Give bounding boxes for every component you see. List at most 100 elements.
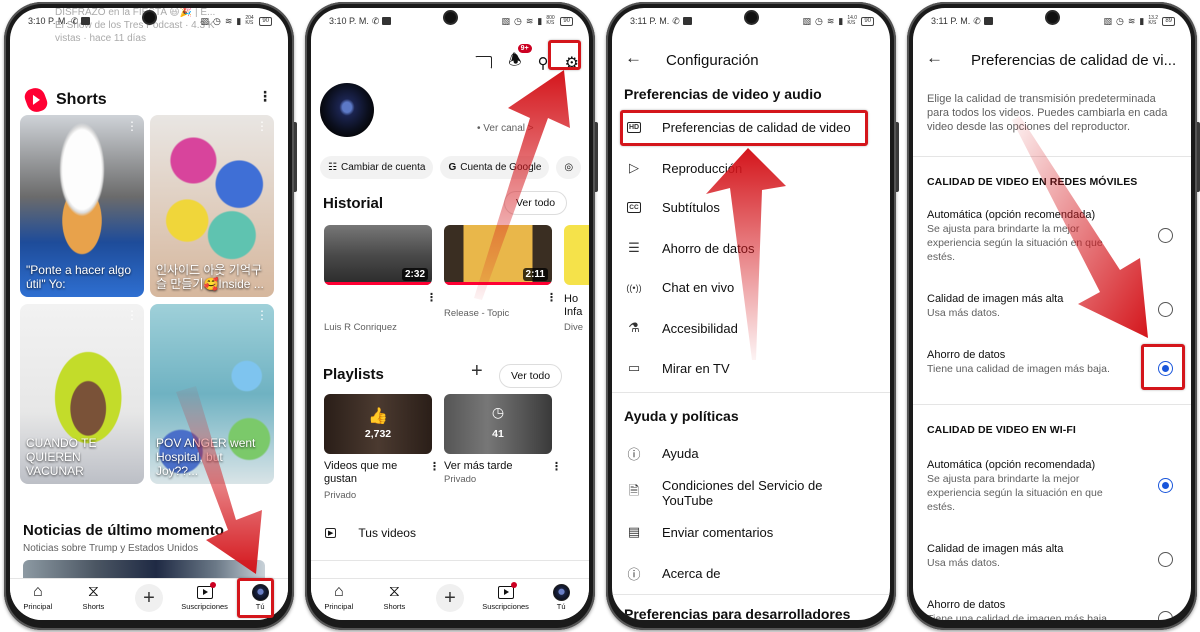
video-duration: 2:32 <box>401 268 428 281</box>
option-subtitle: Tiene una calidad de imagen más baja. <box>927 363 1110 375</box>
history-video-thumb[interactable]: 2:11 <box>444 225 552 285</box>
notifications-button[interactable]: 🕭 9+ <box>508 44 532 75</box>
radio-button[interactable] <box>1158 228 1173 243</box>
wifi-option-data-saver[interactable]: Ahorro de datos Tiene una calidad de ima… <box>927 598 1181 620</box>
playlists-title: Playlists <box>323 366 384 383</box>
phone-quality-prefs: 3:11 P. M. ✆ ▧ ◷ ≋ ▮ 13.2 K/S 89 ← Preferencia… <box>907 2 1200 630</box>
net-speed: 204 K/S <box>245 15 254 26</box>
highlight-data-saver-radio <box>1141 344 1185 390</box>
more-options-icon[interactable]: ⋮ <box>429 460 440 473</box>
net-speed: 13.2 K/S <box>1148 15 1159 26</box>
switch-account-chip[interactable]: ☷ Cambiar de cuenta <box>320 156 434 179</box>
chip-label: Cambiar de cuenta <box>340 162 426 173</box>
settings-item-terms[interactable]: 🗎 Condiciones del Servicio de YouTube <box>626 478 880 508</box>
wifi-icon: ≋ <box>826 15 835 26</box>
nav-create[interactable]: + <box>425 582 475 612</box>
nav-shorts[interactable]: ⧖ Shorts <box>369 582 419 611</box>
whatsapp-icon: ✆ <box>973 15 981 26</box>
signal-icon: ▮ <box>236 15 242 26</box>
playlist-count: 2,732 <box>364 428 392 440</box>
playlists-see-all-button[interactable]: Ver todo <box>499 364 563 388</box>
option-title: Automática (opción recomendada) <box>927 459 1096 471</box>
more-options-icon[interactable]: ⋮ <box>258 88 272 105</box>
more-options-icon[interactable]: ⋮ <box>126 308 138 322</box>
info-icon: ⓘ <box>627 567 641 582</box>
nav-suscripciones[interactable]: Suscripciones <box>481 582 531 611</box>
signal-icon: ▮ <box>838 15 844 26</box>
profile-avatar[interactable] <box>320 83 374 137</box>
settings-item-playback[interactable]: ▷ Reproducción <box>626 160 880 176</box>
history-video-thumb[interactable]: 2:32 <box>324 225 432 285</box>
mobile-option-high[interactable]: Calidad de imagen más alta Usa más datos… <box>927 292 1181 326</box>
nav-label: Shorts <box>82 602 105 611</box>
more-options-icon[interactable]: ⋮ <box>426 291 437 304</box>
playlist-title: Ver más tarde <box>444 460 513 472</box>
mobile-option-auto[interactable]: Automática (opción recomendada) Se ajust… <box>927 208 1181 264</box>
new-playlist-plus-icon[interactable]: + <box>471 360 483 383</box>
google-account-chip[interactable]: G Cuenta de Google <box>440 156 550 179</box>
nav-label: Shorts <box>383 602 406 611</box>
watch-progress <box>444 282 552 285</box>
feedback-icon: ▤ <box>627 524 641 539</box>
more-options-icon[interactable]: ⋮ <box>546 291 557 304</box>
view-channel-link[interactable]: • Ver canal > <box>477 123 534 134</box>
radio-button[interactable] <box>1158 302 1173 317</box>
playlist-thumb[interactable]: 👍 2,732 <box>324 394 432 454</box>
history-video-thumb[interactable] <box>564 225 589 285</box>
short-card[interactable]: ⋮ POV ANGER went Hospital, but Joy??... <box>150 304 274 484</box>
divider <box>311 560 589 561</box>
settings-item-accessibility[interactable]: ⚗ Accesibilidad <box>626 320 880 336</box>
settings-item-label: Mirar en TV <box>662 360 730 376</box>
settings-item-feedback[interactable]: ▤ Enviar comentarios <box>626 524 880 540</box>
cast-icon[interactable] <box>475 56 493 69</box>
playlist-thumb[interactable]: ◷ 41 <box>444 394 552 454</box>
option-subtitle: Tiene una calidad de imagen más baja. <box>927 613 1110 620</box>
playlist-title: Videos que me gustan <box>324 460 398 485</box>
list-item-label: Tus videos <box>358 526 416 540</box>
front-camera <box>144 12 155 23</box>
settings-item-about[interactable]: ⓘ Acerca de <box>626 564 880 583</box>
nav-shorts[interactable]: ⧖ Shorts <box>68 582 118 611</box>
wifi-option-high[interactable]: Calidad de imagen más alta Usa más datos… <box>927 542 1181 576</box>
option-subtitle: Se ajusta para brindarte la mejor experi… <box>927 223 1103 263</box>
short-card[interactable]: ⋮ "Ponte a hacer algo útil" Yo: <box>20 115 144 297</box>
signal-icon: ▮ <box>537 15 543 26</box>
nav-create[interactable]: + <box>124 582 174 612</box>
settings-item-live-chat[interactable]: ((•)) Chat en vivo <box>626 280 880 295</box>
more-options-icon[interactable]: ⋮ <box>256 308 268 322</box>
more-options-icon[interactable]: ⋮ <box>126 119 138 133</box>
page-title: Configuración <box>666 52 759 69</box>
search-icon[interactable]: ⚲ <box>538 54 549 72</box>
wifi-option-auto[interactable]: Automática (opción recomendada) Se ajust… <box>927 458 1181 514</box>
shorts-logo-icon <box>22 85 50 115</box>
settings-item-label: Enviar comentarios <box>662 524 774 540</box>
subscriptions-icon <box>497 585 514 599</box>
your-videos-row[interactable]: ▶ Tus videos <box>325 526 416 540</box>
nav-principal[interactable]: ⌂ Principal <box>13 582 63 611</box>
more-chip[interactable]: ◎ <box>556 156 582 179</box>
nav-principal[interactable]: ⌂ Principal <box>314 582 364 611</box>
back-arrow-icon[interactable]: ← <box>625 48 642 68</box>
short-card[interactable]: ⋮ CUANDO TE QUIEREN VACUNAR <box>20 304 144 484</box>
settings-item-watch-on-tv[interactable]: ▭ Mirar en TV <box>626 360 880 376</box>
nav-tu[interactable]: Tú <box>536 582 586 611</box>
radio-button-selected[interactable] <box>1158 478 1173 493</box>
nav-suscripciones[interactable]: Suscripciones <box>180 582 230 611</box>
document-icon: 🗎 <box>628 483 640 498</box>
short-card[interactable]: ⋮ 인사이드 아웃 기억구 슬 만들기🥰Inside ... <box>150 115 274 297</box>
radio-button[interactable] <box>1158 611 1173 620</box>
settings-item-help[interactable]: ⓘ Ayuda <box>626 444 880 463</box>
wifi-icon: ≋ <box>525 15 534 26</box>
video-duration: 2:11 <box>522 268 548 281</box>
history-see-all-button[interactable]: Ver todo <box>504 191 568 215</box>
settings-item-label: Accesibilidad <box>662 320 738 336</box>
settings-item-data-saving[interactable]: ☰ Ahorro de datos <box>626 240 880 256</box>
more-options-icon[interactable]: ⋮ <box>551 460 562 473</box>
settings-item-label: Ayuda <box>662 446 699 461</box>
more-options-icon[interactable]: ⋮ <box>256 119 268 133</box>
settings-item-captions[interactable]: CC Subtítulos <box>626 200 880 215</box>
radio-button[interactable] <box>1158 552 1173 567</box>
screen: DISFRAZO en la FIESTA 😃🎉 | E... El Show … <box>10 8 288 620</box>
nav-label: Tú <box>556 602 566 611</box>
back-arrow-icon[interactable]: ← <box>926 48 943 68</box>
